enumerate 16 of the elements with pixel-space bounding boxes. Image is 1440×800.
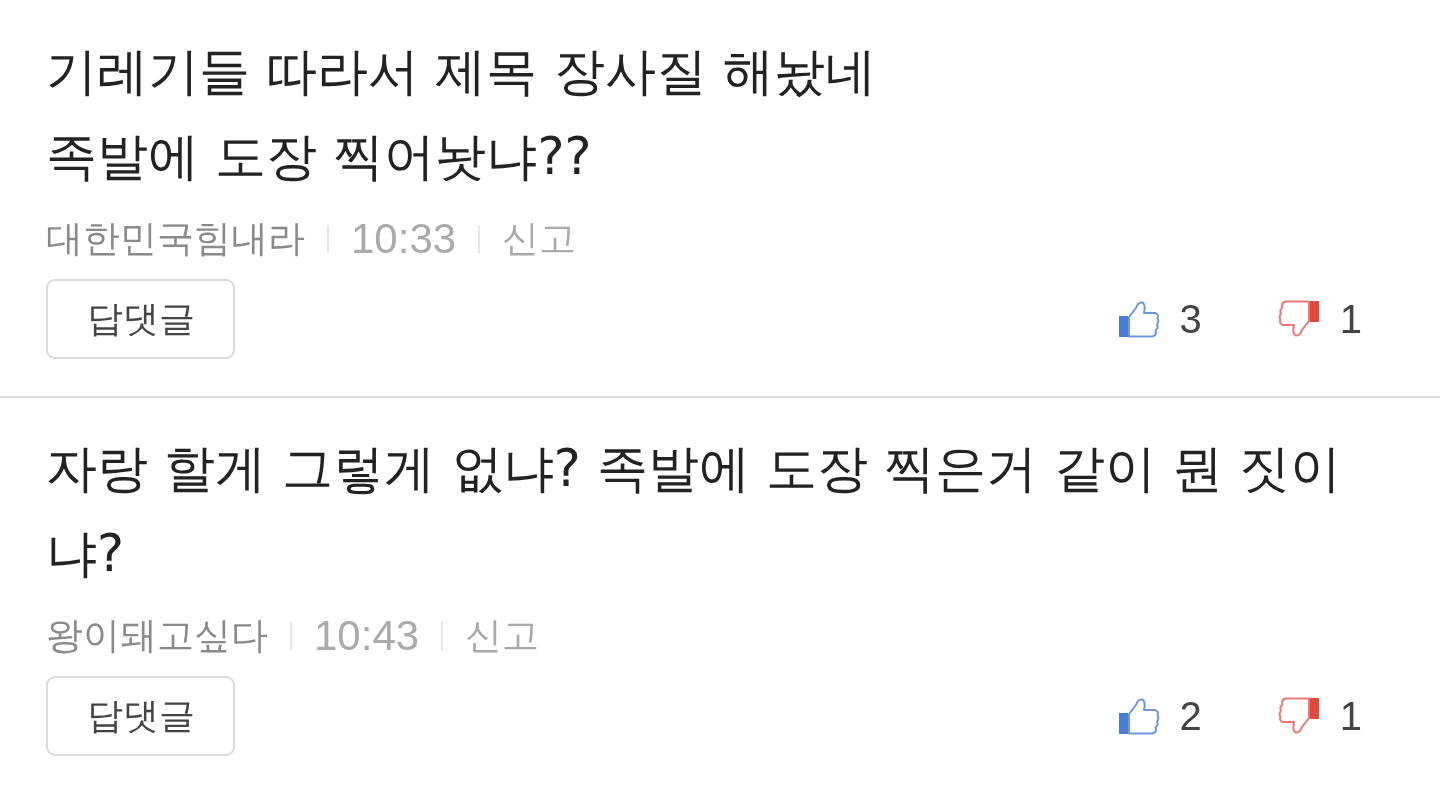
dislike-button[interactable]: 1 bbox=[1277, 693, 1362, 739]
thumbs-up-icon bbox=[1117, 697, 1160, 735]
comment-text: 자랑 할게 그렇게 없냐? 족발에 도장 찍은거 같이 뭔 짓이 냐? bbox=[46, 438, 1342, 585]
author-name: 왕이돼고싶다 bbox=[46, 613, 268, 659]
thumbs-down-icon bbox=[1277, 697, 1320, 735]
like-button[interactable]: 3 bbox=[1117, 296, 1202, 342]
reply-button[interactable]: 답댓글 bbox=[46, 279, 235, 359]
comment-text: 기레기들 따라서 제목 장사질 해놨네 족발에 도장 찍어놧냐?? bbox=[46, 41, 877, 188]
reply-button[interactable]: 답댓글 bbox=[46, 676, 235, 756]
thumbs-down-icon bbox=[1277, 300, 1320, 338]
dislike-button[interactable]: 1 bbox=[1277, 296, 1362, 342]
thumbs-up-icon bbox=[1117, 300, 1160, 338]
like-button[interactable]: 2 bbox=[1117, 693, 1202, 739]
comment-time: 10:33 bbox=[351, 215, 457, 263]
author-name: 대한민국힘내라 bbox=[46, 216, 305, 262]
comment-time: 10:43 bbox=[314, 612, 420, 660]
